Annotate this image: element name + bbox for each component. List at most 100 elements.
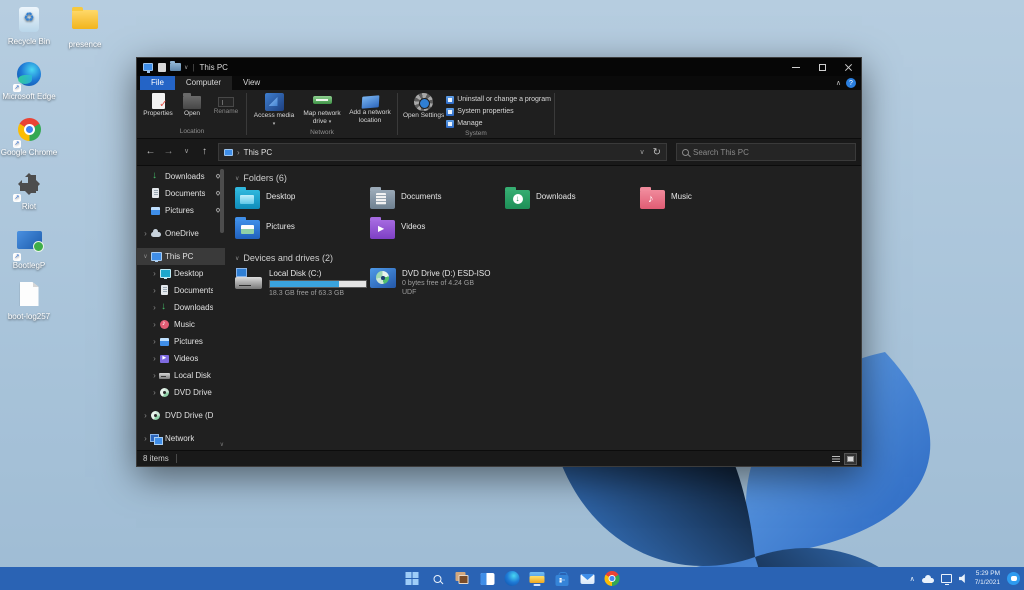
expand-chevron-icon[interactable]: [150, 286, 159, 295]
sidebar-item-desktop[interactable]: Desktop: [137, 265, 225, 282]
expand-chevron-icon[interactable]: [150, 269, 159, 278]
rename-button[interactable]: Rename: [209, 92, 243, 116]
sidebar-item-documents-pinned[interactable]: Documents: [137, 185, 225, 202]
search-input[interactable]: [693, 147, 850, 157]
widgets-icon[interactable]: [479, 570, 496, 587]
maximize-button[interactable]: [809, 58, 835, 76]
system-properties-button[interactable]: System properties: [446, 107, 551, 117]
sidebar-scrollbar[interactable]: [220, 169, 224, 287]
network-tray-icon[interactable]: [940, 574, 952, 585]
sidebar-item-pictures-pinned[interactable]: Pictures: [137, 202, 225, 219]
folder-tile-desktop[interactable]: Desktop: [235, 187, 370, 218]
desktop-icon-bootleg[interactable]: BootlegP: [0, 226, 58, 270]
taskbar-file-explorer-icon[interactable]: [529, 570, 546, 587]
clock[interactable]: 5:29 PM 7/1/2021: [975, 570, 1000, 586]
folder-tile-downloads[interactable]: Downloads: [505, 187, 640, 218]
sidebar-item-downloads[interactable]: Downloads: [137, 299, 225, 316]
map-network-drive-button[interactable]: Map network drive: [298, 92, 346, 126]
sidebar-item-onedrive[interactable]: OneDrive: [137, 225, 225, 242]
search-box[interactable]: [676, 143, 856, 161]
start-button[interactable]: [404, 570, 421, 587]
open-button[interactable]: Open: [175, 92, 209, 118]
close-button[interactable]: [835, 58, 861, 76]
sidebar-item-dvd-drive-root[interactable]: DVD Drive (D:) ES: [137, 407, 225, 424]
sidebar-item-pictures[interactable]: Pictures: [137, 333, 225, 350]
drive-tile-local-disk[interactable]: Local Disk (C:) 18.3 GB free of 63.3 GB: [235, 268, 370, 297]
desktop-icon-presence-folder[interactable]: presence: [56, 6, 114, 49]
uninstall-program-button[interactable]: Uninstall or change a program: [446, 95, 551, 105]
taskbar-chrome-icon[interactable]: [604, 570, 621, 587]
expand-chevron-icon[interactable]: [150, 354, 159, 363]
add-network-location-button[interactable]: Add a network location: [346, 92, 394, 125]
sidebar-item-downloads-pinned[interactable]: Downloads: [137, 168, 225, 185]
expand-chevron-icon[interactable]: [150, 337, 159, 346]
onedrive-tray-icon[interactable]: [921, 574, 934, 583]
qat-customize-chevron-icon[interactable]: ∨: [184, 64, 188, 71]
folder-tile-documents[interactable]: Documents: [370, 187, 505, 218]
expand-chevron-icon[interactable]: [150, 303, 159, 312]
quick-access-toolbar-icon[interactable]: [158, 62, 166, 72]
open-settings-button[interactable]: Open Settings: [401, 92, 446, 120]
expand-chevron-icon[interactable]: [150, 320, 159, 329]
sidebar-item-music[interactable]: Music: [137, 316, 225, 333]
collapse-ribbon-icon[interactable]: [836, 79, 841, 87]
notification-badge-icon[interactable]: [1007, 572, 1020, 585]
section-collapse-icon[interactable]: [235, 175, 239, 182]
details-view-button[interactable]: [829, 453, 842, 465]
scroll-down-chevron-icon[interactable]: [220, 441, 224, 448]
sidebar-item-local-disk[interactable]: Local Disk (C:): [137, 367, 225, 384]
minimize-button[interactable]: [783, 58, 809, 76]
expand-chevron-icon[interactable]: [141, 229, 150, 238]
address-bar[interactable]: This PC: [218, 143, 667, 161]
recent-locations-chevron-icon[interactable]: [179, 144, 194, 160]
expand-chevron-icon[interactable]: [141, 434, 150, 443]
sidebar-item-videos[interactable]: Videos: [137, 350, 225, 367]
desktop-icon-recycle-bin[interactable]: Recycle Bin: [0, 6, 58, 46]
task-view-icon[interactable]: [454, 570, 471, 587]
desktop-icon-riot[interactable]: Riot: [0, 170, 58, 211]
tab-computer[interactable]: Computer: [174, 76, 233, 90]
help-icon[interactable]: [846, 78, 856, 88]
expand-chevron-icon[interactable]: [150, 388, 159, 397]
taskbar-search-icon[interactable]: [429, 570, 446, 587]
access-media-button[interactable]: Access media: [250, 92, 298, 128]
title-bar[interactable]: ∨ | This PC: [137, 58, 861, 76]
sidebar-item-dvd-drive[interactable]: DVD Drive (D:) E: [137, 384, 225, 401]
desktop-icon-boot-log[interactable]: boot-log257: [0, 280, 58, 321]
back-button[interactable]: [143, 144, 158, 160]
desktop-icon-edge[interactable]: Microsoft Edge: [0, 60, 58, 101]
forward-button[interactable]: [161, 144, 176, 160]
refresh-icon[interactable]: [653, 147, 661, 158]
up-button[interactable]: [197, 144, 212, 160]
tab-view[interactable]: View: [232, 76, 271, 90]
breadcrumb[interactable]: This PC: [244, 148, 272, 157]
hidden-icons-chevron-icon[interactable]: [910, 575, 915, 583]
tab-file[interactable]: File: [140, 76, 175, 90]
section-devices[interactable]: Devices and drives (2): [235, 253, 861, 263]
expand-chevron-icon[interactable]: [150, 371, 159, 380]
large-icons-view-button[interactable]: [844, 452, 857, 465]
properties-button[interactable]: Properties: [141, 92, 175, 118]
taskbar-edge-icon[interactable]: [504, 570, 521, 587]
drive-tile-dvd[interactable]: DVD Drive (D:) ESD-ISO 0 bytes free of 4…: [370, 268, 505, 297]
sidebar-item-documents[interactable]: Documents: [137, 282, 225, 299]
folder-icon[interactable]: [170, 61, 181, 71]
folder-tile-videos[interactable]: Videos: [370, 217, 505, 248]
section-collapse-icon[interactable]: [235, 255, 239, 262]
shortcut-arrow-icon: [13, 194, 21, 202]
mail-icon[interactable]: [579, 570, 596, 587]
videos-icon: [159, 353, 170, 364]
volume-tray-icon[interactable]: [958, 574, 965, 583]
downloads-folder-icon: [505, 187, 530, 209]
folder-tile-pictures[interactable]: Pictures: [235, 217, 370, 248]
section-folders[interactable]: Folders (6): [235, 173, 861, 183]
desktop-icon-chrome[interactable]: Google Chrome: [0, 116, 58, 157]
microsoft-store-icon[interactable]: [554, 570, 571, 587]
sidebar-item-this-pc[interactable]: This PC: [137, 248, 225, 265]
manage-button[interactable]: Manage: [446, 119, 551, 129]
sidebar-item-network[interactable]: Network: [137, 430, 225, 447]
address-dropdown-icon[interactable]: [639, 148, 644, 156]
folder-tile-music[interactable]: Music: [640, 187, 775, 218]
collapse-chevron-icon[interactable]: [141, 253, 150, 260]
expand-chevron-icon[interactable]: [141, 411, 150, 420]
